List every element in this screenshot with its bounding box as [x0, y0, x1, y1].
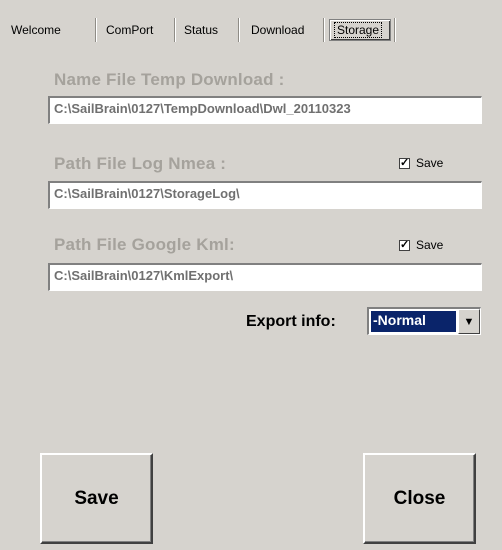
log-nmea-field[interactable]: C:\SailBrain\0127\StorageLog\	[48, 181, 482, 209]
google-kml-label: Path File Google Kml:	[54, 235, 235, 254]
log-nmea-save-label: Save	[416, 156, 444, 170]
tab-separator	[394, 18, 396, 42]
tab-comport[interactable]: ComPort	[103, 20, 171, 41]
chevron-down-icon[interactable]: ▼	[458, 309, 480, 334]
export-info-label: Export info:	[246, 313, 336, 330]
tab-welcome-label: Welcome	[11, 23, 61, 37]
tab-download[interactable]: Download	[248, 20, 322, 41]
tab-status-label: Status	[184, 23, 219, 37]
export-info-select[interactable]: -Normal ▼	[367, 307, 481, 335]
tab-separator	[174, 18, 176, 42]
tab-storage-label: Storage	[333, 22, 383, 38]
tab-download-label: Download	[251, 23, 305, 37]
tab-separator	[95, 18, 97, 42]
close-button[interactable]: Close	[363, 453, 476, 544]
export-info-selected-value: -Normal	[371, 311, 456, 332]
save-button[interactable]: Save	[40, 453, 153, 544]
checkbox-check-icon: ✓	[399, 156, 410, 169]
tab-bar: Welcome ComPort Status Download Storage	[0, 0, 502, 50]
log-nmea-save-checkbox[interactable]: ✓ Save	[399, 156, 443, 170]
tab-comport-label: ComPort	[106, 23, 154, 37]
google-kml-save-checkbox[interactable]: ✓ Save	[399, 238, 443, 252]
tab-separator	[323, 18, 325, 42]
tab-welcome[interactable]: Welcome	[8, 20, 86, 41]
temp-download-field[interactable]: C:\SailBrain\0127\TempDownload\Dwl_20110…	[48, 96, 482, 124]
tab-separator	[238, 18, 240, 42]
tab-storage[interactable]: Storage	[329, 19, 391, 41]
google-kml-save-label: Save	[416, 238, 444, 252]
google-kml-field[interactable]: C:\SailBrain\0127\KmlExport\	[48, 263, 482, 291]
checkbox-check-icon: ✓	[399, 238, 410, 251]
temp-download-label: Name File Temp Download :	[54, 70, 285, 89]
log-nmea-label: Path File Log Nmea :	[54, 154, 227, 173]
tab-status[interactable]: Status	[181, 20, 237, 41]
